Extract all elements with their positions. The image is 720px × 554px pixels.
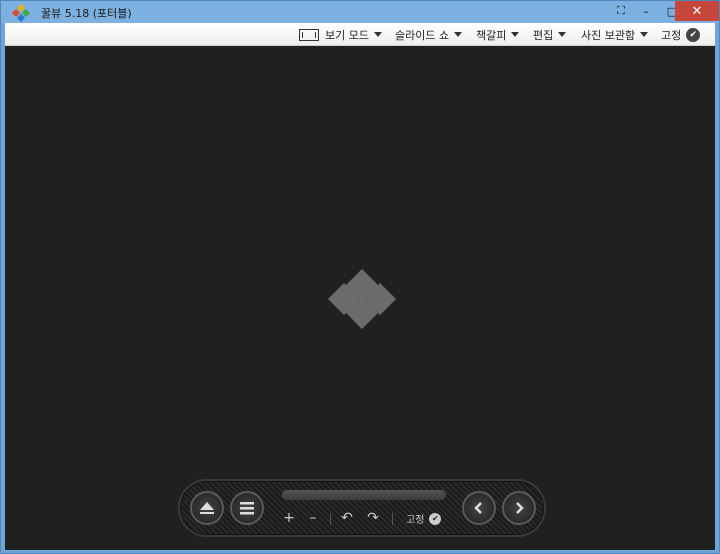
pin-toggle-label: 고정: [406, 515, 425, 526]
dropdown-arrow-icon: [454, 32, 463, 37]
previous-button[interactable]: [462, 491, 496, 525]
next-button[interactable]: [502, 491, 536, 525]
separator: [392, 513, 393, 525]
app-logo-icon: [12, 4, 30, 22]
window-title: 꿀뷰 5.18 (포터블): [41, 7, 132, 20]
menu-button[interactable]: [230, 491, 264, 525]
dropdown-arrow-icon: [558, 32, 567, 37]
menu-slideshow-label: 슬라이드 쇼: [395, 28, 450, 42]
zoom-out-button[interactable]: –: [304, 509, 322, 527]
menu-view-mode-label: 보기 모드: [325, 28, 369, 42]
menu-view-mode[interactable]: 보기 모드: [299, 23, 382, 46]
rotate-left-button[interactable]: ↶: [338, 509, 356, 527]
menu-pin-label: 고정: [661, 28, 682, 42]
rotate-right-button[interactable]: ↷: [364, 509, 382, 527]
minimize-button[interactable]: –: [633, 1, 659, 21]
close-button[interactable]: ✕: [675, 1, 719, 21]
menu-edit-label: 편집: [533, 28, 554, 42]
separator: [330, 513, 331, 525]
control-bar: + – ↶ ↷ 고정 ✔: [178, 479, 546, 537]
dropdown-arrow-icon: [373, 32, 382, 37]
dropdown-arrow-icon: [511, 32, 520, 37]
menu-lines-icon: [240, 502, 254, 515]
dropdown-arrow-icon: [640, 32, 649, 37]
zoom-in-button[interactable]: +: [280, 509, 298, 527]
view-mode-icon: [299, 28, 319, 41]
menu-edit[interactable]: 편집: [533, 23, 567, 46]
pin-toggle[interactable]: 고정 ✔: [406, 511, 442, 526]
menu-bookmark-label: 책갈피: [476, 28, 507, 42]
image-viewer-area[interactable]: + – ↶ ↷ 고정 ✔: [5, 46, 715, 550]
check-icon: ✔: [686, 27, 701, 42]
placeholder-logo-icon: [328, 269, 396, 329]
check-icon: ✔: [429, 512, 442, 525]
menu-bar: 보기 모드 슬라이드 쇼 책갈피 편집 사진 보관함 고정 ✔: [5, 23, 715, 46]
chevron-left-icon: [474, 502, 482, 514]
fullscreen-button[interactable]: ⛶: [609, 1, 633, 21]
title-bar[interactable]: 꿀뷰 5.18 (포터블) ⛶ – □ ✕: [1, 1, 719, 23]
menu-bookmark[interactable]: 책갈피: [476, 23, 520, 46]
eject-icon: [200, 502, 214, 514]
menu-photo-album-label: 사진 보관함: [581, 28, 636, 42]
progress-slider[interactable]: [282, 490, 446, 500]
menu-pin[interactable]: 고정 ✔: [661, 23, 701, 46]
menu-photo-album[interactable]: 사진 보관함: [581, 23, 649, 46]
eject-button[interactable]: [190, 491, 224, 525]
menu-slideshow[interactable]: 슬라이드 쇼: [395, 23, 463, 46]
chevron-right-icon: [516, 502, 524, 514]
app-window: 꿀뷰 5.18 (포터블) ⛶ – □ ✕ 보기 모드 슬라이드 쇼 책갈피 편…: [0, 0, 720, 554]
